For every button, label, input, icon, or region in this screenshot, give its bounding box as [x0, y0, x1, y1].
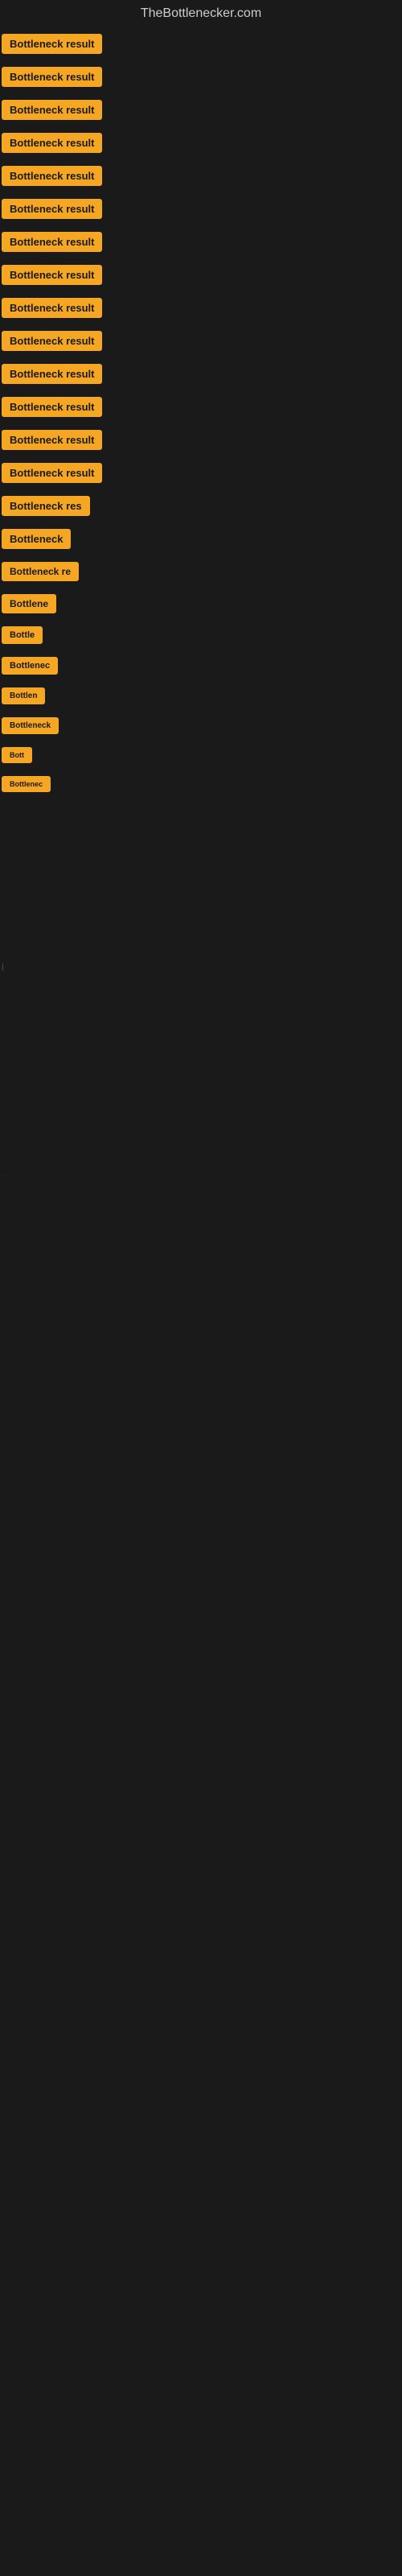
result-row: Bottleneck result [0, 93, 402, 126]
result-row: Bottleneck result [0, 456, 402, 489]
bottleneck-badge[interactable]: Bottleneck [2, 717, 59, 734]
bottleneck-badge[interactable]: Bottleneck result [2, 232, 102, 252]
section-break-3 [0, 1179, 402, 1275]
bottleneck-badge[interactable]: Bottlenec [2, 776, 51, 792]
site-title: TheBottlenecker.com [0, 0, 402, 27]
result-row: Bottleneck result [0, 258, 402, 291]
section-break-6 [0, 1468, 402, 1565]
result-row: Bottleneck result [0, 324, 402, 357]
result-row: Bottleneck result [0, 357, 402, 390]
bottleneck-badge[interactable]: Bottleneck result [2, 100, 102, 120]
result-row: Bott [0, 741, 402, 770]
result-row: Bottleneck result [0, 126, 402, 159]
result-row: Bottleneck result [0, 390, 402, 423]
result-row: Bottle [0, 620, 402, 650]
result-row: Bottleneck result [0, 423, 402, 456]
bottleneck-badge[interactable]: Bottlene [2, 594, 56, 613]
result-row: Bottleneck result [0, 27, 402, 60]
results-container: Bottleneck result Bottleneck result Bottle… [0, 27, 402, 799]
section-break-7 [0, 1565, 402, 1662]
result-row: Bottlene [0, 588, 402, 620]
result-row: Bottleneck [0, 522, 402, 555]
bottleneck-badge[interactable]: Bottlen [2, 687, 45, 704]
bottleneck-badge[interactable]: Bottleneck result [2, 397, 102, 417]
result-row: Bottleneck res [0, 489, 402, 522]
bottleneck-badge[interactable]: Bottleneck res [2, 496, 90, 516]
result-row: Bottlenec [0, 770, 402, 799]
result-row: Bottleneck result [0, 291, 402, 324]
result-row: Bottleneck result [0, 60, 402, 93]
bottleneck-badge[interactable]: Bottleneck result [2, 463, 102, 483]
bottleneck-badge[interactable]: Bottleneck result [2, 133, 102, 153]
result-row: Bottleneck result [0, 159, 402, 192]
bottleneck-badge[interactable]: Bottleneck result [2, 364, 102, 384]
bottleneck-badge[interactable]: Bottle [2, 626, 43, 644]
result-row: Bottleneck result [0, 192, 402, 225]
placeholder-text-1: | [0, 960, 402, 975]
bottleneck-badge[interactable]: Bottleneck result [2, 67, 102, 87]
tiny-mark: ... [0, 1168, 402, 1179]
bottleneck-badge[interactable]: Bottleneck result [2, 34, 102, 54]
bottleneck-badge[interactable]: Bott [2, 747, 32, 763]
result-row: Bottleneck result [0, 225, 402, 258]
result-row: Bottlen [0, 681, 402, 711]
bottleneck-badge[interactable]: Bottleneck result [2, 430, 102, 450]
bottleneck-badge[interactable]: Bottleneck result [2, 265, 102, 285]
bottleneck-badge[interactable]: Bottleneck result [2, 331, 102, 351]
section-break-1 [0, 975, 402, 1071]
section-break-5 [0, 1372, 402, 1468]
result-row: Bottleneck re [0, 555, 402, 588]
bottleneck-badge[interactable]: Bottleneck result [2, 298, 102, 318]
bottleneck-badge[interactable]: Bottleneck re [2, 562, 79, 581]
bottleneck-badge[interactable]: Bottleneck [2, 529, 71, 549]
bottleneck-badge[interactable]: Bottleneck result [2, 199, 102, 219]
bottleneck-badge[interactable]: Bottleneck result [2, 166, 102, 186]
section-break-2 [0, 1071, 402, 1168]
section-break-4 [0, 1275, 402, 1372]
bottleneck-badge[interactable]: Bottlenec [2, 657, 58, 675]
result-row: Bottlenec [0, 650, 402, 681]
spacer-1 [0, 799, 402, 960]
result-row: Bottleneck [0, 711, 402, 741]
